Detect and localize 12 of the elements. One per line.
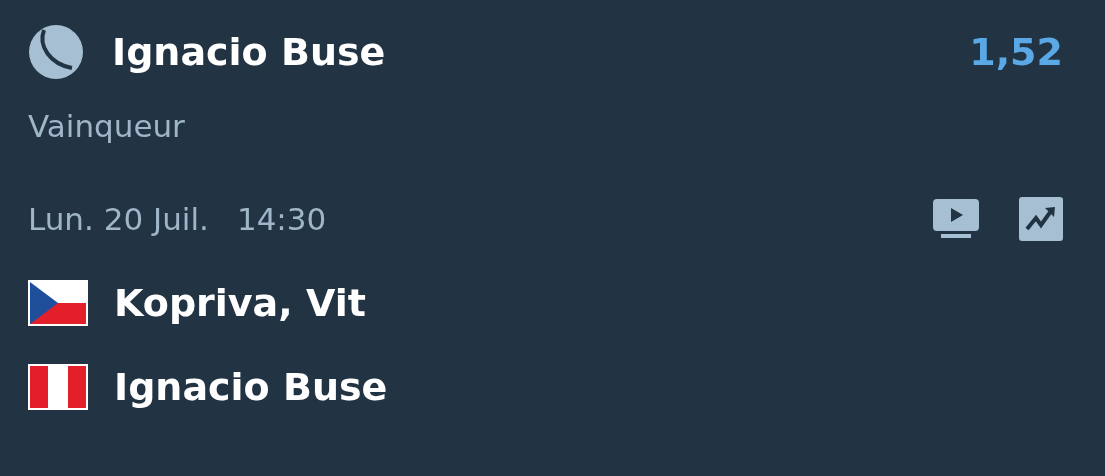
live-stream-icon[interactable]: [933, 199, 979, 239]
player-name: Ignacio Buse: [114, 365, 388, 409]
match-date: Lun. 20 Juil.: [28, 201, 209, 237]
player-name: Kopriva, Vit: [114, 281, 366, 325]
stats-chart-icon[interactable]: [1019, 197, 1063, 241]
odds-value[interactable]: 1,52: [969, 30, 1063, 74]
flag-icon: [28, 364, 88, 410]
flag-icon: [28, 280, 88, 326]
match-time: 14:30: [236, 201, 327, 237]
tennis-ball-icon: [28, 24, 84, 80]
market-label: Vainqueur: [28, 108, 186, 144]
selection-name: Ignacio Buse: [112, 30, 387, 74]
